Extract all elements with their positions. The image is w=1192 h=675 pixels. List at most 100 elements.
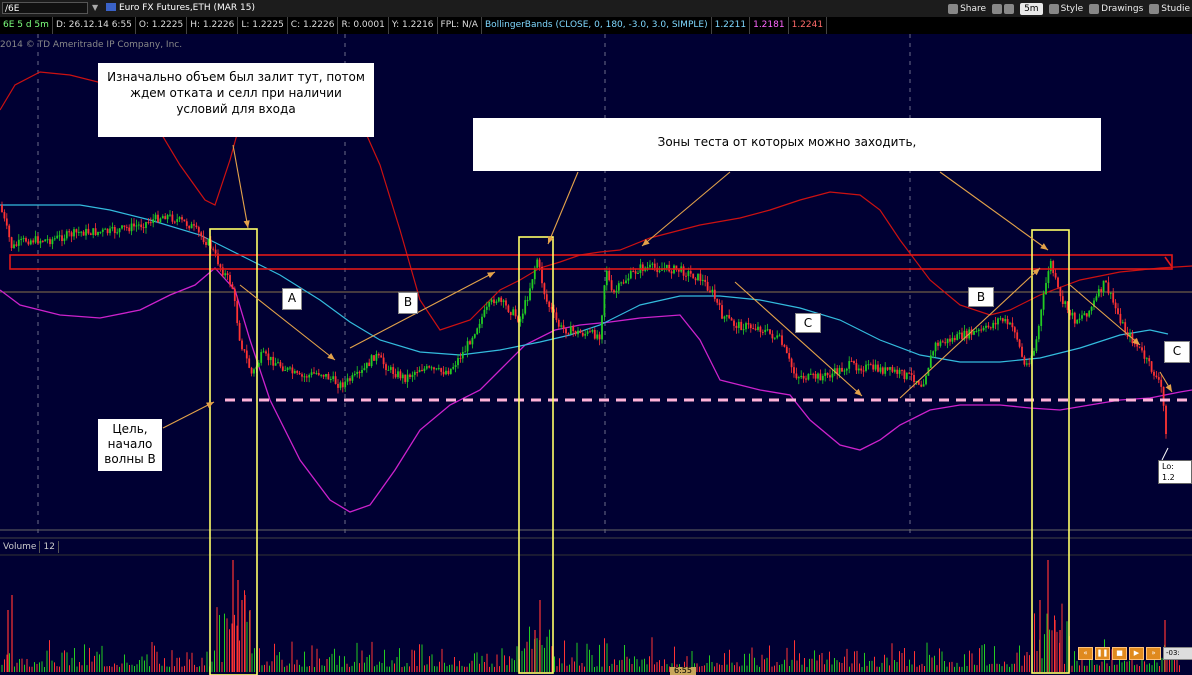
candle-body [790, 358, 793, 368]
candle-body [13, 244, 15, 248]
candle-body [281, 366, 284, 371]
candle-body [368, 362, 371, 367]
symbol-dropdown-icon[interactable]: ▼ [92, 3, 102, 13]
candle-body [1081, 315, 1083, 319]
candle-body [898, 369, 901, 374]
fast-forward-icon[interactable]: » [1146, 647, 1161, 660]
candle-body [3, 212, 6, 219]
candle-body [1021, 346, 1023, 357]
candle-body [238, 323, 241, 341]
candle-body [862, 370, 865, 372]
style-button[interactable]: Style [1048, 3, 1084, 14]
candle-body [188, 225, 191, 229]
candle-body [351, 375, 354, 381]
annotation-arrow-4 [349, 271, 496, 349]
candle-body [867, 364, 870, 366]
candle-body [1004, 319, 1007, 322]
candle-body [205, 242, 207, 246]
candle-body [327, 373, 330, 380]
annotation-note-target[interactable]: Цель, начало волны В [98, 419, 162, 471]
candle-body [1033, 350, 1035, 356]
candle-body [761, 331, 764, 333]
candle-body [529, 288, 531, 301]
wave-label-b1[interactable]: B [398, 292, 418, 314]
candle-body [1141, 347, 1143, 351]
drawings-button[interactable]: Drawings [1089, 3, 1143, 14]
stop-icon[interactable]: ■ [1112, 647, 1127, 660]
candle-body [1073, 312, 1076, 324]
candle-body [733, 320, 735, 326]
candle-body [723, 316, 726, 319]
share-button[interactable]: Share [948, 3, 986, 14]
wave-label-a[interactable]: A [282, 288, 302, 310]
candle-body [1023, 356, 1026, 365]
candle-body [713, 289, 716, 299]
candle-body [908, 372, 911, 374]
candle-body [889, 367, 891, 370]
candle-body [185, 221, 188, 226]
candle-body [937, 342, 939, 346]
candle-body [812, 373, 815, 375]
candle-body [1155, 375, 1158, 378]
candle-body [10, 237, 13, 248]
rewind-icon[interactable]: « [1078, 647, 1093, 660]
tools-button[interactable] [992, 3, 1015, 14]
annotation-note-entry[interactable]: Изначально объем был залит тут, потом жд… [98, 63, 374, 137]
candle-body [51, 239, 54, 245]
candle-body [567, 333, 570, 335]
highlight-box-2 [518, 236, 554, 674]
wave-label-c2[interactable]: C [1164, 341, 1190, 363]
candle-body [375, 353, 378, 361]
bb-low-value: 1.2181 [750, 17, 789, 34]
candle-body [454, 365, 457, 367]
candle-body [718, 302, 721, 306]
study-label[interactable]: BollingerBands (CLOSE, 0, 180, -3.0, 3.0… [482, 17, 712, 34]
candle-body [1088, 310, 1091, 317]
candle-body [593, 329, 596, 339]
candle-body [63, 238, 66, 242]
low-value: L: 1.2225 [238, 17, 288, 34]
candle-body [574, 331, 577, 335]
pause-icon[interactable]: ❚❚ [1095, 647, 1110, 660]
candle-body [507, 305, 510, 313]
candle-body [166, 215, 169, 220]
candle-body [1076, 319, 1079, 324]
low-price-badge: Lo: 1.2 [1158, 460, 1192, 484]
timeframe-button[interactable]: 5m [1020, 2, 1043, 15]
candle-body [34, 236, 37, 243]
wave-label-c1[interactable]: C [795, 313, 821, 333]
wave-label-b2[interactable]: B [968, 287, 994, 307]
candle-body [797, 377, 800, 379]
candle-body [1011, 322, 1014, 328]
candle-body [207, 239, 210, 246]
style-label: Style [1060, 3, 1084, 14]
high-value: H: 1.2226 [187, 17, 239, 34]
candle-body [85, 228, 87, 236]
candle-body [766, 329, 769, 331]
candle-body [236, 301, 239, 324]
candle-body [560, 325, 563, 327]
candle-body [358, 371, 361, 373]
candle-body [41, 240, 44, 242]
candle-body [1083, 313, 1086, 316]
candle-body [394, 374, 397, 378]
candle-body [27, 241, 30, 245]
candle-body [764, 329, 767, 333]
candle-body [305, 376, 308, 378]
candle-body [109, 228, 111, 234]
symbol-input[interactable]: /6E [2, 2, 88, 14]
candle-body [951, 337, 954, 342]
candle-body [641, 264, 644, 271]
candle-body [975, 331, 978, 333]
candle-body [562, 325, 565, 329]
candle-body [853, 361, 855, 364]
annotation-note-zones[interactable]: Зоны теста от которых можно заходить, [473, 118, 1101, 171]
studies-button[interactable]: Studie [1149, 3, 1190, 14]
candle-body [524, 300, 527, 314]
candle-body [92, 228, 95, 235]
candle-body [152, 219, 155, 223]
candle-body [1042, 294, 1045, 310]
candle-body [459, 358, 462, 360]
play-icon[interactable]: ▶ [1129, 647, 1144, 660]
candle-body [920, 384, 923, 387]
